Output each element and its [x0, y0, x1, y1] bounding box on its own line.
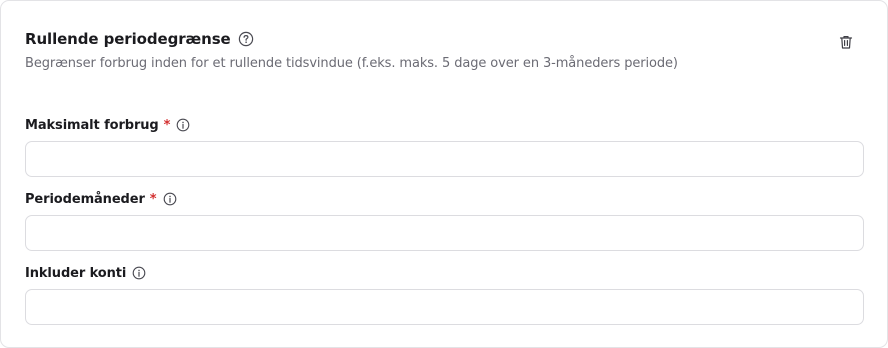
delete-button[interactable]: [836, 34, 856, 54]
field-label-row: Inkluder konti: [25, 264, 864, 282]
card-title: Rullende periodegrænse: [25, 30, 231, 48]
rolling-period-limit-card: Rullende periodegrænse Begrænser forbrug…: [0, 0, 888, 348]
max-usage-label: Maksimalt forbrug: [25, 117, 159, 133]
period-months-label: Periodemåneder: [25, 191, 145, 207]
period-months-field: Periodemåneder *: [25, 190, 864, 251]
include-accounts-label: Inkluder konti: [25, 265, 127, 281]
trash-icon: [838, 34, 854, 54]
card-header: Rullende periodegrænse Begrænser forbrug…: [25, 28, 845, 71]
include-accounts-field: Inkluder konti: [25, 264, 864, 325]
info-icon[interactable]: [176, 118, 190, 132]
info-icon[interactable]: [163, 192, 177, 206]
required-marker: *: [149, 191, 157, 207]
title-row: Rullende periodegrænse: [25, 28, 845, 50]
help-circle-icon[interactable]: [238, 31, 254, 47]
field-label-row: Periodemåneder *: [25, 190, 864, 208]
info-icon[interactable]: [132, 266, 146, 280]
max-usage-input[interactable]: [25, 141, 864, 177]
field-label-row: Maksimalt forbrug *: [25, 116, 864, 134]
max-usage-field: Maksimalt forbrug *: [25, 116, 864, 177]
include-accounts-input[interactable]: [25, 289, 864, 325]
period-months-input[interactable]: [25, 215, 864, 251]
card-description: Begrænser forbrug inden for et rullende …: [25, 56, 678, 71]
required-marker: *: [163, 117, 171, 133]
